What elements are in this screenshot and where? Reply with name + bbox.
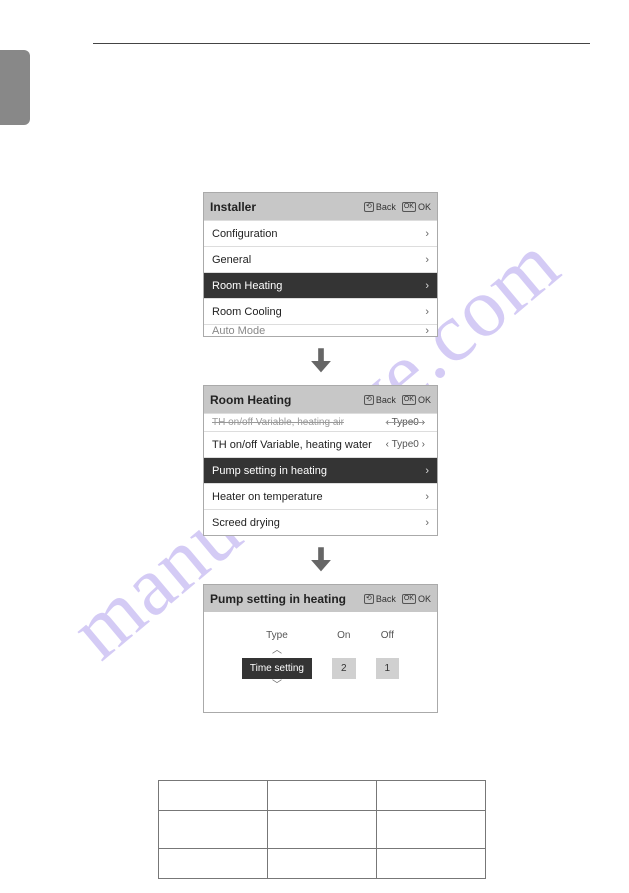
on-value: 2 <box>332 658 356 679</box>
page-side-tab <box>0 50 30 125</box>
pump-setting-body: Type ︿ Time setting ﹀ On ︿ 2 ﹀ Off ︿ 1 ﹀ <box>204 612 437 712</box>
table-row <box>159 849 486 879</box>
chevron-right-icon: › <box>425 280 429 292</box>
panel-pump-setting: Pump setting in heating ⟲ Back OK OK Typ… <box>203 584 438 713</box>
off-stepper[interactable]: Off ︿ 1 ﹀ <box>376 630 400 690</box>
menu-item-th-heating-air[interactable]: TH on/off Variable, heating air ‹ Type0 … <box>204 413 437 431</box>
table-row <box>159 781 486 811</box>
ok-icon: OK <box>402 395 416 405</box>
menu-item-th-heating-water[interactable]: TH on/off Variable, heating water ‹ Type… <box>204 431 437 457</box>
menu-item-room-cooling[interactable]: Room Cooling › <box>204 298 437 324</box>
back-icon: ⟲ <box>364 202 374 212</box>
type-header: Type <box>266 630 288 641</box>
back-button[interactable]: ⟲ Back <box>364 395 396 405</box>
value-table <box>158 780 486 879</box>
on-stepper[interactable]: On ︿ 2 ﹀ <box>332 630 356 690</box>
menu-item-label: TH on/off Variable, heating water <box>212 439 372 451</box>
ok-icon: OK <box>402 594 416 604</box>
ok-button[interactable]: OK OK <box>402 395 431 405</box>
panel-installer: Installer ⟲ Back OK OK Configuration › G… <box>203 192 438 337</box>
back-icon: ⟲ <box>364 594 374 604</box>
back-button[interactable]: ⟲ Back <box>364 202 396 212</box>
menu-item-value: ‹ Type0 › <box>386 439 425 450</box>
panel-installer-title: Installer <box>210 200 256 214</box>
off-value: 1 <box>376 658 400 679</box>
panel-pump-setting-title: Pump setting in heating <box>210 592 346 606</box>
menu-item-label: Heater on temperature <box>212 491 323 503</box>
back-label: Back <box>376 594 396 604</box>
chevron-right-icon: › <box>425 517 429 529</box>
table-row <box>159 811 486 849</box>
menu-item-label: Configuration <box>212 228 277 240</box>
ok-icon: OK <box>402 202 416 212</box>
menu-item-screed-drying[interactable]: Screed drying › <box>204 509 437 535</box>
ok-button[interactable]: OK OK <box>402 594 431 604</box>
chevron-right-icon: › <box>425 325 429 337</box>
chevron-right-icon: › <box>425 254 429 266</box>
ok-label: OK <box>418 202 431 212</box>
menu-item-label: Room Heating <box>212 280 282 292</box>
back-icon: ⟲ <box>364 395 374 405</box>
menu-item-room-heating[interactable]: Room Heating › <box>204 272 437 298</box>
arrow-down-icon <box>203 344 438 378</box>
menu-item-heater-on-temperature[interactable]: Heater on temperature › <box>204 483 437 509</box>
menu-item-label: General <box>212 254 251 266</box>
off-header: Off <box>381 630 394 641</box>
back-label: Back <box>376 395 396 405</box>
arrow-down-icon <box>203 543 438 577</box>
menu-item-configuration[interactable]: Configuration › <box>204 220 437 246</box>
menu-item-value: ‹ Type0 › <box>386 417 425 428</box>
back-label: Back <box>376 202 396 212</box>
ok-label: OK <box>418 395 431 405</box>
panel-room-heating-title: Room Heating <box>210 393 291 407</box>
menu-item-pump-setting-heating[interactable]: Pump setting in heating › <box>204 457 437 483</box>
header-rule <box>93 43 590 44</box>
chevron-right-icon: › <box>425 491 429 503</box>
back-button[interactable]: ⟲ Back <box>364 594 396 604</box>
menu-item-label: Pump setting in heating <box>212 465 327 477</box>
menu-item-label: Auto Mode <box>212 325 265 337</box>
menu-item-general[interactable]: General › <box>204 246 437 272</box>
menu-item-label: TH on/off Variable, heating air <box>212 417 344 428</box>
chevron-right-icon: › <box>425 306 429 318</box>
panel-installer-header: Installer ⟲ Back OK OK <box>204 193 437 220</box>
menu-item-auto-mode[interactable]: Auto Mode › <box>204 324 437 336</box>
type-value: Time setting <box>242 658 312 679</box>
chevron-right-icon: › <box>425 465 429 477</box>
ok-label: OK <box>418 594 431 604</box>
panel-room-heating: Room Heating ⟲ Back OK OK TH on/off Vari… <box>203 385 438 536</box>
caret-up-icon[interactable]: ︿ <box>272 647 282 655</box>
ok-button[interactable]: OK OK <box>402 202 431 212</box>
on-header: On <box>337 630 350 641</box>
panel-room-heating-header: Room Heating ⟲ Back OK OK <box>204 386 437 413</box>
panel-pump-setting-header: Pump setting in heating ⟲ Back OK OK <box>204 585 437 612</box>
chevron-right-icon: › <box>425 228 429 240</box>
type-stepper[interactable]: Type ︿ Time setting ﹀ <box>242 630 312 690</box>
caret-down-icon[interactable]: ﹀ <box>272 682 282 690</box>
menu-item-label: Room Cooling <box>212 306 282 318</box>
menu-item-label: Screed drying <box>212 517 280 529</box>
